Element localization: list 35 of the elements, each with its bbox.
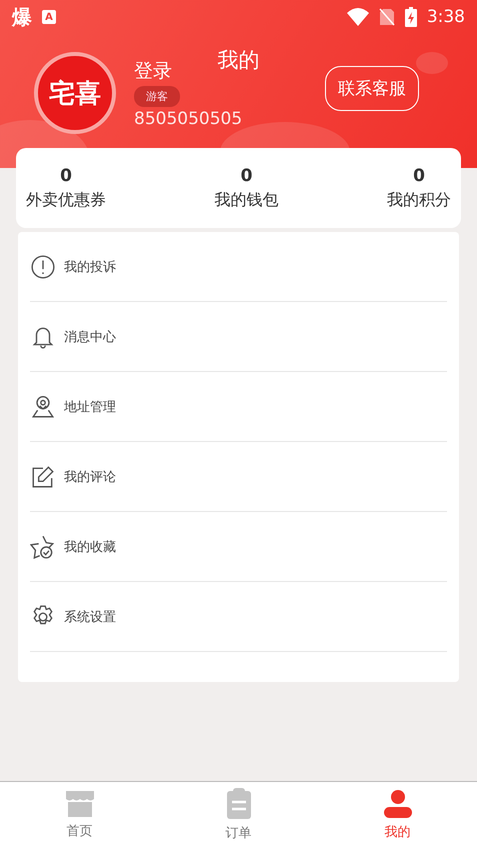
person-icon xyxy=(382,789,412,819)
guest-badge: 游客 xyxy=(134,86,180,106)
app-notification-icon: 爆 xyxy=(12,4,32,30)
stat-label[interactable]: 我的钱包 xyxy=(214,190,278,210)
login-link[interactable]: 登录 xyxy=(134,58,172,84)
wifi-icon xyxy=(346,8,369,26)
menu-item[interactable]: 消息中心 xyxy=(64,328,116,346)
clipboard-icon xyxy=(226,788,252,820)
tab[interactable]: 我的 xyxy=(318,782,477,848)
notification-badge: A xyxy=(42,10,56,24)
stat-value: 0 xyxy=(413,166,425,186)
menu-item[interactable]: 我的收藏 xyxy=(64,538,116,556)
stat-label[interactable]: 我的积分 xyxy=(387,190,451,210)
clock-time: 3:38 xyxy=(426,7,465,27)
exclamation-icon xyxy=(30,254,56,280)
menu-item[interactable]: 我的投诉 xyxy=(64,258,116,276)
logo: 宅喜 xyxy=(34,52,116,134)
contact-service-button[interactable]: 联系客服 xyxy=(325,66,419,110)
storefront-icon xyxy=(64,790,94,818)
battery-icon xyxy=(404,7,417,27)
no-sim-icon xyxy=(378,8,395,26)
stat-value: 0 xyxy=(60,166,72,186)
decorative-bubble xyxy=(416,52,448,74)
phone-number: 8505050505 xyxy=(134,108,242,128)
tab[interactable]: 首页 xyxy=(0,782,159,848)
stat-value: 0 xyxy=(240,166,252,186)
menu-item[interactable]: 我的评论 xyxy=(64,468,116,486)
menu-item[interactable]: 系统设置 xyxy=(64,608,116,626)
page-title: 我的 xyxy=(218,48,260,72)
location-pin-icon xyxy=(30,394,56,420)
star-check-icon xyxy=(30,534,56,560)
menu-item[interactable]: 地址管理 xyxy=(64,398,116,416)
edit-icon xyxy=(30,464,56,490)
stat-label[interactable]: 外卖优惠券 xyxy=(26,190,106,210)
tab[interactable]: 订单 xyxy=(159,782,318,848)
